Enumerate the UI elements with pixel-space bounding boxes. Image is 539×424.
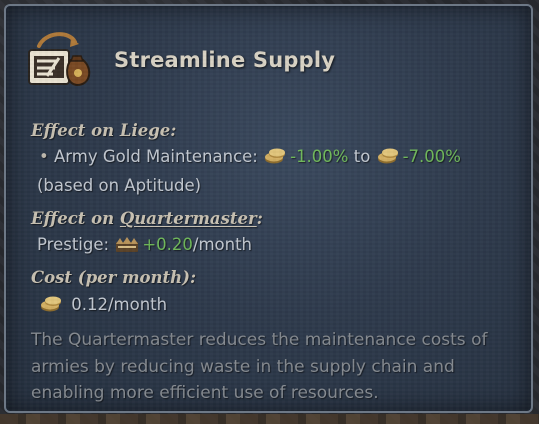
gold-coin-icon — [377, 148, 398, 164]
supply-crate-and-gold-sack-icon — [28, 32, 91, 87]
heading-suffix: : — [256, 209, 263, 228]
aptitude-note: (based on Aptitude) — [37, 176, 202, 195]
quartermaster-link[interactable]: Quartermaster — [120, 209, 257, 228]
tooltip-panel: Streamline Supply Effect on Liege: • Arm… — [4, 4, 533, 413]
prestige-crown-icon — [116, 237, 139, 252]
range-separator: to — [353, 147, 371, 166]
quartermaster-effect-heading: Effect on Quartermaster: — [31, 209, 263, 228]
heading-prefix: Effect on — [31, 209, 115, 228]
prestige-row: Prestige: +0.20/month — [37, 235, 252, 254]
gold-coin-icon — [41, 296, 61, 312]
prestige-value: +0.20 — [142, 235, 193, 254]
description-text: The Quartermaster reduces the maintenanc… — [31, 330, 488, 403]
bullet: • — [39, 147, 49, 166]
maintenance-min-value: -1.00% — [290, 147, 349, 166]
army-gold-maintenance-row: • Army Gold Maintenance: -1.00% to -7.00… — [39, 147, 461, 166]
gold-coin-icon — [265, 148, 286, 164]
prestige-unit: /month — [192, 235, 253, 254]
prestige-label: Prestige: — [37, 235, 110, 254]
tooltip-title: Streamline Supply — [114, 48, 336, 72]
cost-value: 0.12/month — [71, 295, 168, 314]
bottom-border-decoration — [0, 414, 539, 424]
cost-heading: Cost (per month): — [31, 268, 197, 287]
cost-row: 0.12/month — [39, 295, 167, 314]
maintenance-max-value: -7.00% — [402, 147, 461, 166]
army-gold-maintenance-label: Army Gold Maintenance: — [53, 147, 258, 166]
liege-effect-heading: Effect on Liege: — [31, 121, 177, 140]
